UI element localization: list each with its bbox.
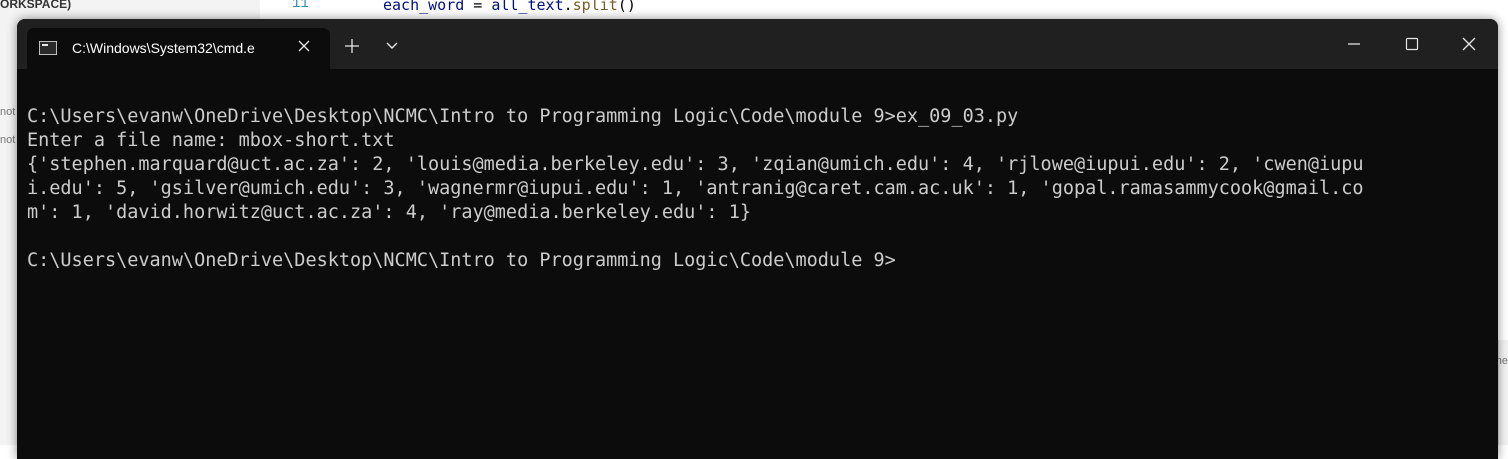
terminal-line: Enter a file name: mbox-short.txt xyxy=(27,130,395,151)
minimize-button[interactable] xyxy=(1325,19,1383,69)
code-parens: () xyxy=(617,0,636,14)
minimize-icon xyxy=(1348,43,1360,45)
code-function: split xyxy=(572,0,618,14)
code-object: all_text xyxy=(491,0,564,14)
code-dot: . xyxy=(563,0,573,14)
code-operator: = xyxy=(464,0,492,14)
terminal-window: C:\Windows\System32\cmd.e C:\Users\evanw… xyxy=(17,19,1498,459)
tab-close-button[interactable] xyxy=(293,35,315,61)
tab-title: C:\Windows\System32\cmd.e xyxy=(72,40,255,56)
sidebar-fragment: not xyxy=(0,134,16,146)
close-icon xyxy=(298,40,310,52)
plus-icon xyxy=(345,39,359,53)
terminal-line: i.edu': 5, 'gsilver@umich.edu': 3, 'wagn… xyxy=(27,178,1364,199)
sidebar-fragment: not xyxy=(0,106,16,118)
window-close-button[interactable] xyxy=(1440,19,1498,69)
terminal-prompt-line: C:\Users\evanw\OneDrive\Desktop\NCMC\Int… xyxy=(27,250,896,271)
tab-cmd[interactable]: C:\Windows\System32\cmd.e xyxy=(27,28,330,69)
terminal-line: C:\Users\evanw\OneDrive\Desktop\NCMC\Int… xyxy=(27,106,1019,127)
cmd-prompt-icon xyxy=(39,41,57,55)
maximize-button[interactable] xyxy=(1383,19,1441,69)
terminal-output[interactable]: C:\Users\evanw\OneDrive\Desktop\NCMC\Int… xyxy=(27,105,1477,273)
terminal-line: m': 1, 'david.horwitz@uct.ac.za': 4, 'ra… xyxy=(27,202,751,223)
maximize-icon xyxy=(1405,37,1419,51)
close-icon xyxy=(1462,37,1476,51)
code-variable: each_word xyxy=(383,0,465,14)
line-number: 11 xyxy=(292,0,309,12)
new-tab-button[interactable] xyxy=(339,33,365,59)
tab-dropdown-button[interactable] xyxy=(381,33,403,59)
chevron-down-icon xyxy=(386,42,398,49)
terminal-line: {'stephen.marquard@uct.ac.za': 2, 'louis… xyxy=(27,154,1364,175)
title-bar[interactable]: C:\Windows\System32\cmd.e xyxy=(17,19,1498,69)
code-line: each_word = all_text.split() xyxy=(383,0,636,14)
sidebar-header: ORKSPACE) xyxy=(0,0,72,11)
